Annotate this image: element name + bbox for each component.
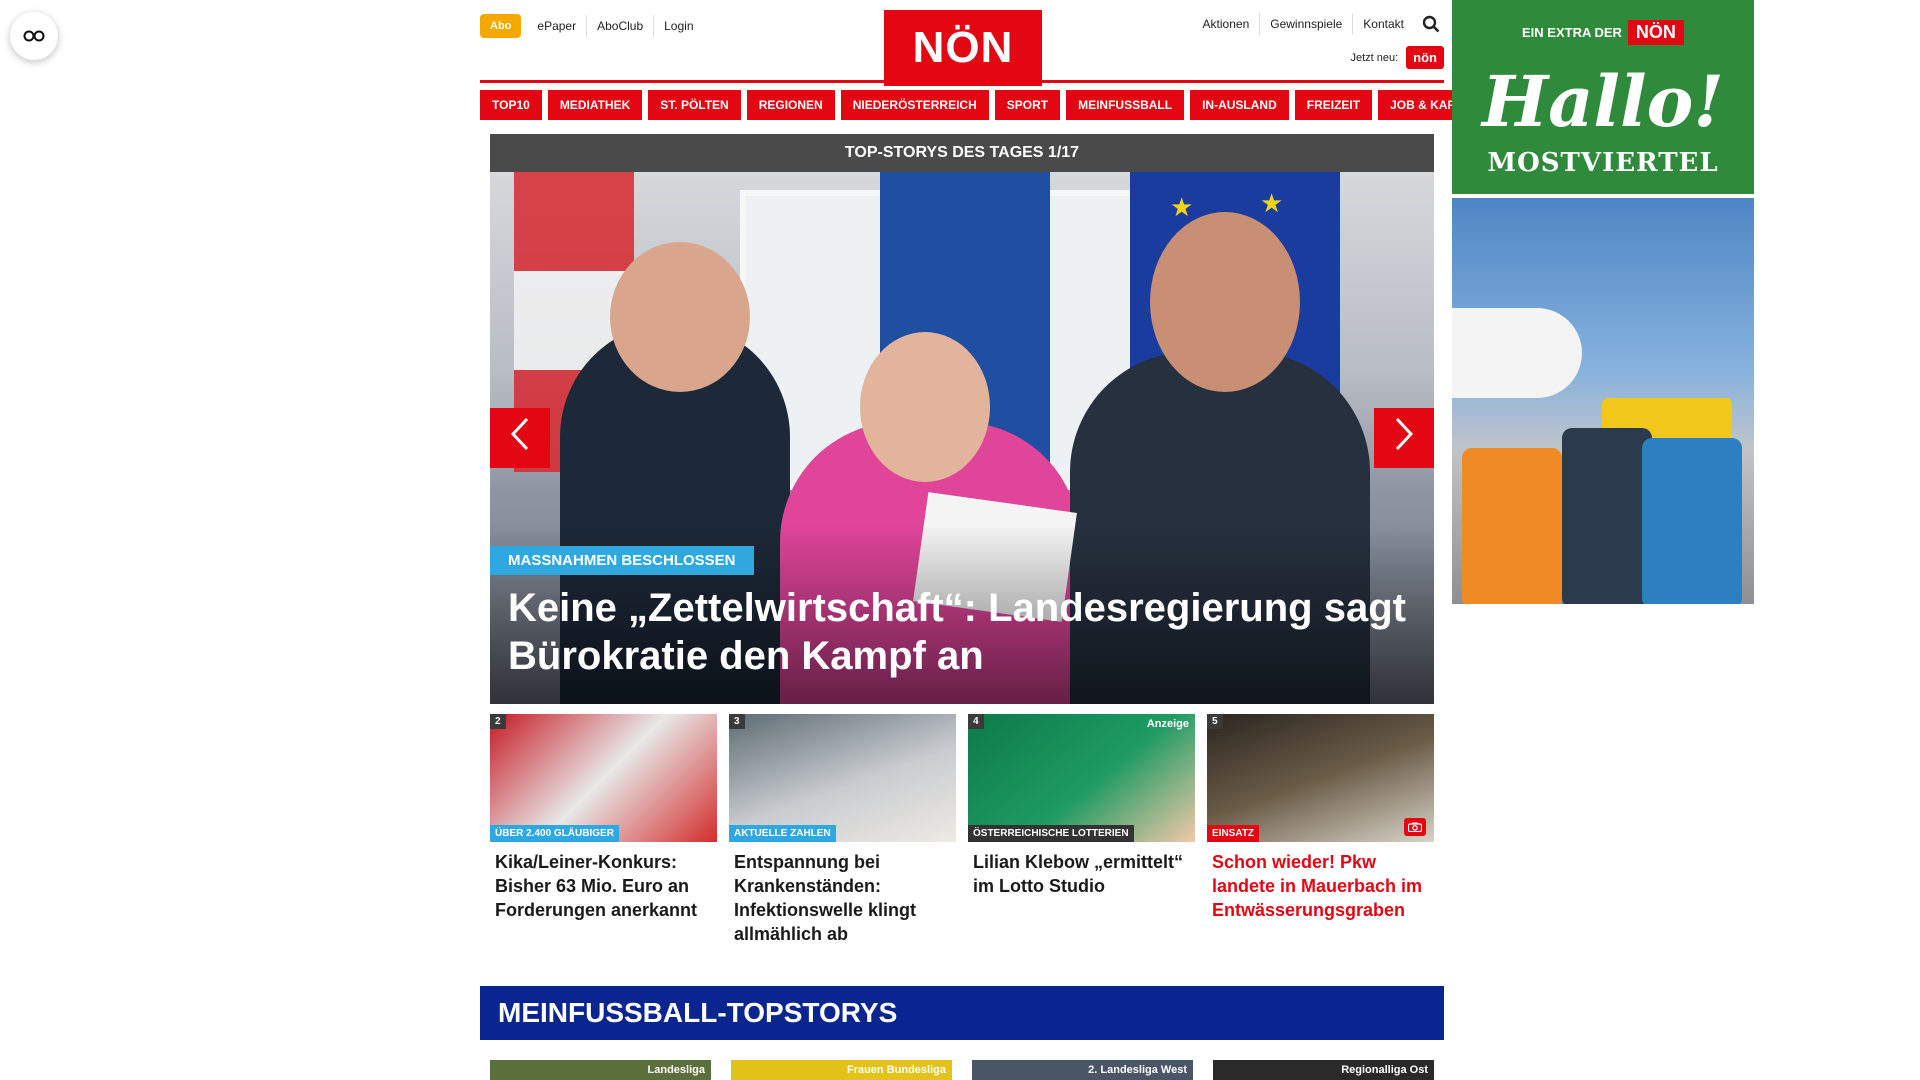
story-headline[interactable]: Lilian Klebow „ermittelt“ im Lotto Studi… [968, 850, 1195, 898]
story-tag: ÖSTERREICHISCHE LOTTERIEN [968, 825, 1134, 842]
story-thumbnail[interactable]: 2. Landesliga West [972, 1060, 1193, 1080]
chevron-right-icon [1394, 417, 1414, 460]
hero-headline[interactable]: Keine „Zettelwirtschaft“: Landesregierun… [508, 584, 1418, 680]
reader-mode-button[interactable] [10, 12, 58, 60]
jetzt-label: Jetzt neu: [1350, 51, 1399, 64]
hero-photo-person-head [1150, 212, 1300, 392]
story-thumbnail[interactable]: 2 ÜBER 2.400 GLÄUBIGER [490, 714, 717, 842]
main-nav: TOP10 MEDIATHEK ST. PÖLTEN REGIONEN NIED… [480, 90, 1505, 120]
story-card[interactable]: 4 Anzeige ÖSTERREICHISCHE LOTTERIEN Lili… [968, 714, 1195, 946]
gewinnspiele-link[interactable]: Gewinnspiele [1259, 13, 1352, 35]
story-thumbnail[interactable]: 5 EINSATZ [1207, 714, 1434, 842]
suitcase-illustration [1462, 448, 1562, 604]
story-thumbnail[interactable]: Regionalliga Ost [1213, 1060, 1434, 1080]
league-label: Frauen Bundesliga [846, 1064, 946, 1076]
star-icon: ★ [1170, 192, 1194, 222]
story-number: 5 [1207, 714, 1223, 729]
ad-photo [1452, 198, 1754, 604]
chevron-left-icon [510, 417, 530, 460]
story-tag: EINSATZ [1207, 825, 1260, 842]
login-link[interactable]: Login [653, 15, 703, 37]
ad-extra-label: EIN EXTRA DER [1522, 25, 1622, 40]
ad-region: MOSTVIERTEL [1487, 148, 1719, 178]
story-card[interactable]: 5 EINSATZ Schon wieder! Pkw landete in M… [1207, 714, 1434, 946]
jetzt-neu: Jetzt neu: nön [1350, 46, 1444, 69]
nav-item-top10[interactable]: TOP10 [480, 90, 542, 120]
story-number: 4 [968, 714, 984, 729]
aboclub-link[interactable]: AboClub [586, 15, 653, 37]
kontakt-link[interactable]: Kontakt [1352, 13, 1414, 35]
story-card[interactable]: 3 AKTUELLE ZAHLEN Entspannung bei Kranke… [729, 714, 956, 946]
site-header: Abo ePaper AboClub Login NÖN Aktionen Ge… [480, 0, 1444, 86]
suitcase-illustration [1642, 438, 1742, 604]
jetzt-badge[interactable]: nön [1406, 46, 1444, 69]
nav-item-niederoesterreich[interactable]: NIEDERÖSTERREICH [840, 90, 989, 120]
story-thumbnail[interactable]: 4 Anzeige ÖSTERREICHISCHE LOTTERIEN [968, 714, 1195, 842]
hero-tag[interactable]: MASSNAHMEN BESCHLOSSEN [490, 546, 754, 575]
story-thumbnail[interactable]: Landesliga [490, 1060, 711, 1080]
nav-item-sport[interactable]: SPORT [994, 90, 1061, 120]
story-list: 2 ÜBER 2.400 GLÄUBIGER Kika/Leiner-Konku… [490, 714, 1434, 946]
hero-photo-person-head [610, 242, 750, 392]
search-icon[interactable] [1418, 12, 1444, 36]
utility-nav-left: Abo ePaper AboClub Login [480, 14, 704, 38]
ad-header: EIN EXTRA DER NÖN Hallo! MOSTVIERTEL [1452, 0, 1754, 194]
story-headline[interactable]: Schon wieder! Pkw landete in Mauerbach i… [1207, 850, 1434, 922]
top-stories-bar: TOP-STORYS DES TAGES 1/17 [490, 134, 1434, 172]
airplane-illustration [1452, 308, 1582, 398]
sponsored-label: Anzeige [1146, 718, 1189, 730]
story-headline[interactable]: Kika/Leiner-Konkurs: Bisher 63 Mio. Euro… [490, 850, 717, 922]
story-number: 2 [490, 714, 506, 729]
nav-item-in-ausland[interactable]: IN-AUSLAND [1190, 90, 1289, 120]
abo-button[interactable]: Abo [480, 14, 522, 38]
story-number: 3 [729, 714, 745, 729]
nav-item-meinfussball[interactable]: MEINFUSSBALL [1066, 90, 1185, 120]
utility-nav-right: Aktionen Gewinnspiele Kontakt [1193, 12, 1444, 36]
league-label: Landesliga [647, 1064, 705, 1076]
glasses-icon [23, 25, 45, 48]
aktionen-link[interactable]: Aktionen [1193, 13, 1260, 35]
ad-logo: NÖN [1627, 20, 1684, 45]
story-tag: ÜBER 2.400 GLÄUBIGER [490, 825, 619, 842]
carousel-prev-button[interactable] [490, 408, 550, 468]
league-label: Regionalliga Ost [1341, 1064, 1428, 1076]
hero-photo-person-head [860, 332, 990, 482]
story-tag: AKTUELLE ZAHLEN [729, 825, 836, 842]
story-thumbnail[interactable]: Frauen Bundesliga [731, 1060, 952, 1080]
league-label: 2. Landesliga West [1088, 1064, 1187, 1076]
story-thumbnail[interactable]: 3 AKTUELLE ZAHLEN [729, 714, 956, 842]
camera-icon [1404, 818, 1426, 836]
story-headline[interactable]: Entspannung bei Krankenständen: Infektio… [729, 850, 956, 946]
section-header-meinfussball[interactable]: MEINFUSSBALL-TOPSTORYS [480, 986, 1444, 1040]
epaper-link[interactable]: ePaper [527, 15, 586, 37]
nav-divider [480, 80, 1444, 83]
suitcase-illustration [1562, 428, 1652, 604]
meinfussball-story-row: Landesliga Frauen Bundesliga 2. Landesli… [490, 1060, 1434, 1080]
star-icon: ★ [1260, 188, 1284, 218]
ad-headline: Hallo! [1481, 60, 1725, 143]
hero-story[interactable]: ★ ★ MASSNAHMEN BESCHLOSSEN Keine „Zettel… [490, 172, 1434, 704]
story-card[interactable]: 2 ÜBER 2.400 GLÄUBIGER Kika/Leiner-Konku… [490, 714, 717, 946]
carousel-next-button[interactable] [1374, 408, 1434, 468]
nav-item-st-poelten[interactable]: ST. PÖLTEN [648, 90, 741, 120]
nav-item-freizeit[interactable]: FREIZEIT [1294, 90, 1373, 120]
nav-item-mediathek[interactable]: MEDIATHEK [547, 90, 643, 120]
ad-banner[interactable]: EIN EXTRA DER NÖN Hallo! MOSTVIERTEL [1452, 0, 1754, 604]
main-column: Abo ePaper AboClub Login NÖN Aktionen Ge… [480, 0, 1505, 1080]
nav-item-regionen[interactable]: REGIONEN [746, 90, 835, 120]
ad-extra: EIN EXTRA DER NÖN [1522, 20, 1684, 45]
site-logo[interactable]: NÖN [884, 10, 1042, 86]
